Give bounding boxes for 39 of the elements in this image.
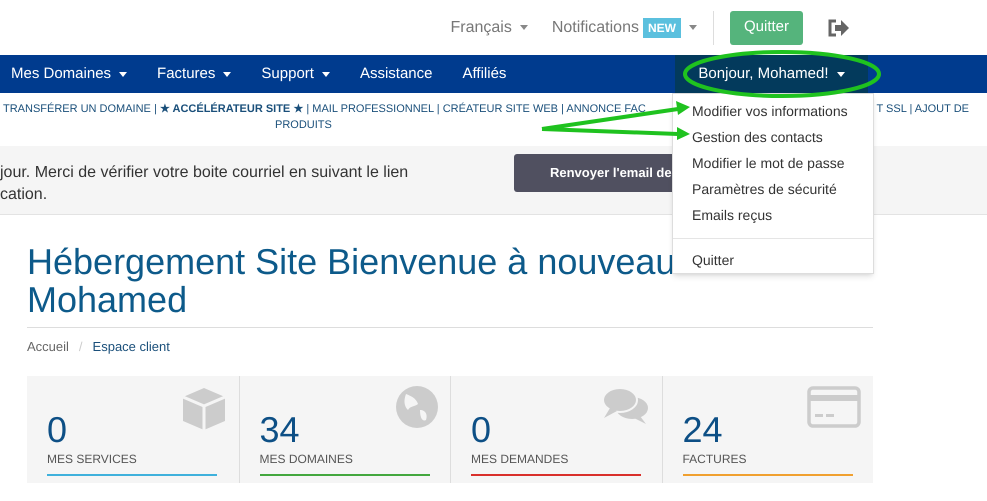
credit-card-icon bbox=[807, 386, 861, 428]
caret-icon bbox=[119, 72, 128, 76]
caret-icon bbox=[688, 25, 697, 30]
stat-label: MES SERVICES bbox=[47, 451, 137, 468]
language-menu[interactable]: Français bbox=[450, 16, 528, 40]
menu-item[interactable]: Gestion des contacts bbox=[692, 126, 823, 148]
alert-text: cation. bbox=[0, 185, 48, 205]
breadcrumb-separator: / bbox=[78, 338, 83, 356]
nav-item[interactable]: Factures bbox=[146, 55, 242, 93]
shortcut-links[interactable]: T SSL | AJOUT DE bbox=[876, 101, 969, 117]
caret-icon bbox=[322, 72, 330, 76]
stat-value: 34 bbox=[260, 412, 300, 448]
stat-value: 24 bbox=[682, 412, 723, 448]
stat-label: MES DOMAINES bbox=[260, 451, 353, 468]
nav-item[interactable]: Affiliés bbox=[452, 55, 518, 93]
chat-bubbles-icon bbox=[602, 386, 650, 426]
logout-icon[interactable] bbox=[827, 18, 849, 36]
stat-label: MES DEMANDES bbox=[471, 451, 568, 468]
nav-item[interactable]: Mes Domaines bbox=[0, 55, 138, 93]
caret-icon bbox=[223, 72, 232, 76]
nav-item[interactable]: Assistance bbox=[348, 55, 444, 93]
menu-item[interactable]: Quitter bbox=[692, 250, 734, 270]
page-title: Hébergement Site Bienvenue à nouveau bbox=[27, 241, 676, 282]
new-badge: NEW bbox=[642, 18, 681, 38]
menu-item[interactable]: Emails reçus bbox=[692, 204, 772, 226]
nav-item[interactable]: Bonjour, Mohamed! bbox=[675, 55, 868, 93]
stat-value: 0 bbox=[47, 412, 68, 448]
shortcut-links[interactable]: TRANSFÉRER UN DOMAINE | ★ ACCÉLÉRATEUR SITE ★ | MAIL PROFESSIONNEL | CRÉATEUR SITE WEB | ANNONCE FAC bbox=[3, 101, 646, 117]
breadcrumb-link[interactable]: Accueil bbox=[27, 337, 69, 357]
notifications-menu[interactable]: Notifications bbox=[552, 16, 639, 40]
stat-label: FACTURES bbox=[682, 451, 747, 468]
nav-item[interactable]: Support bbox=[250, 55, 341, 93]
breadcrumb-link[interactable]: Espace client bbox=[92, 337, 170, 357]
shortcut-link[interactable]: PRODUITS bbox=[275, 119, 332, 131]
caret-icon bbox=[520, 24, 528, 30]
cube-icon bbox=[180, 386, 226, 432]
stat-value: 0 bbox=[471, 412, 492, 448]
caret-icon bbox=[836, 72, 844, 76]
menu-item[interactable]: Modifier vos informations bbox=[692, 100, 848, 122]
